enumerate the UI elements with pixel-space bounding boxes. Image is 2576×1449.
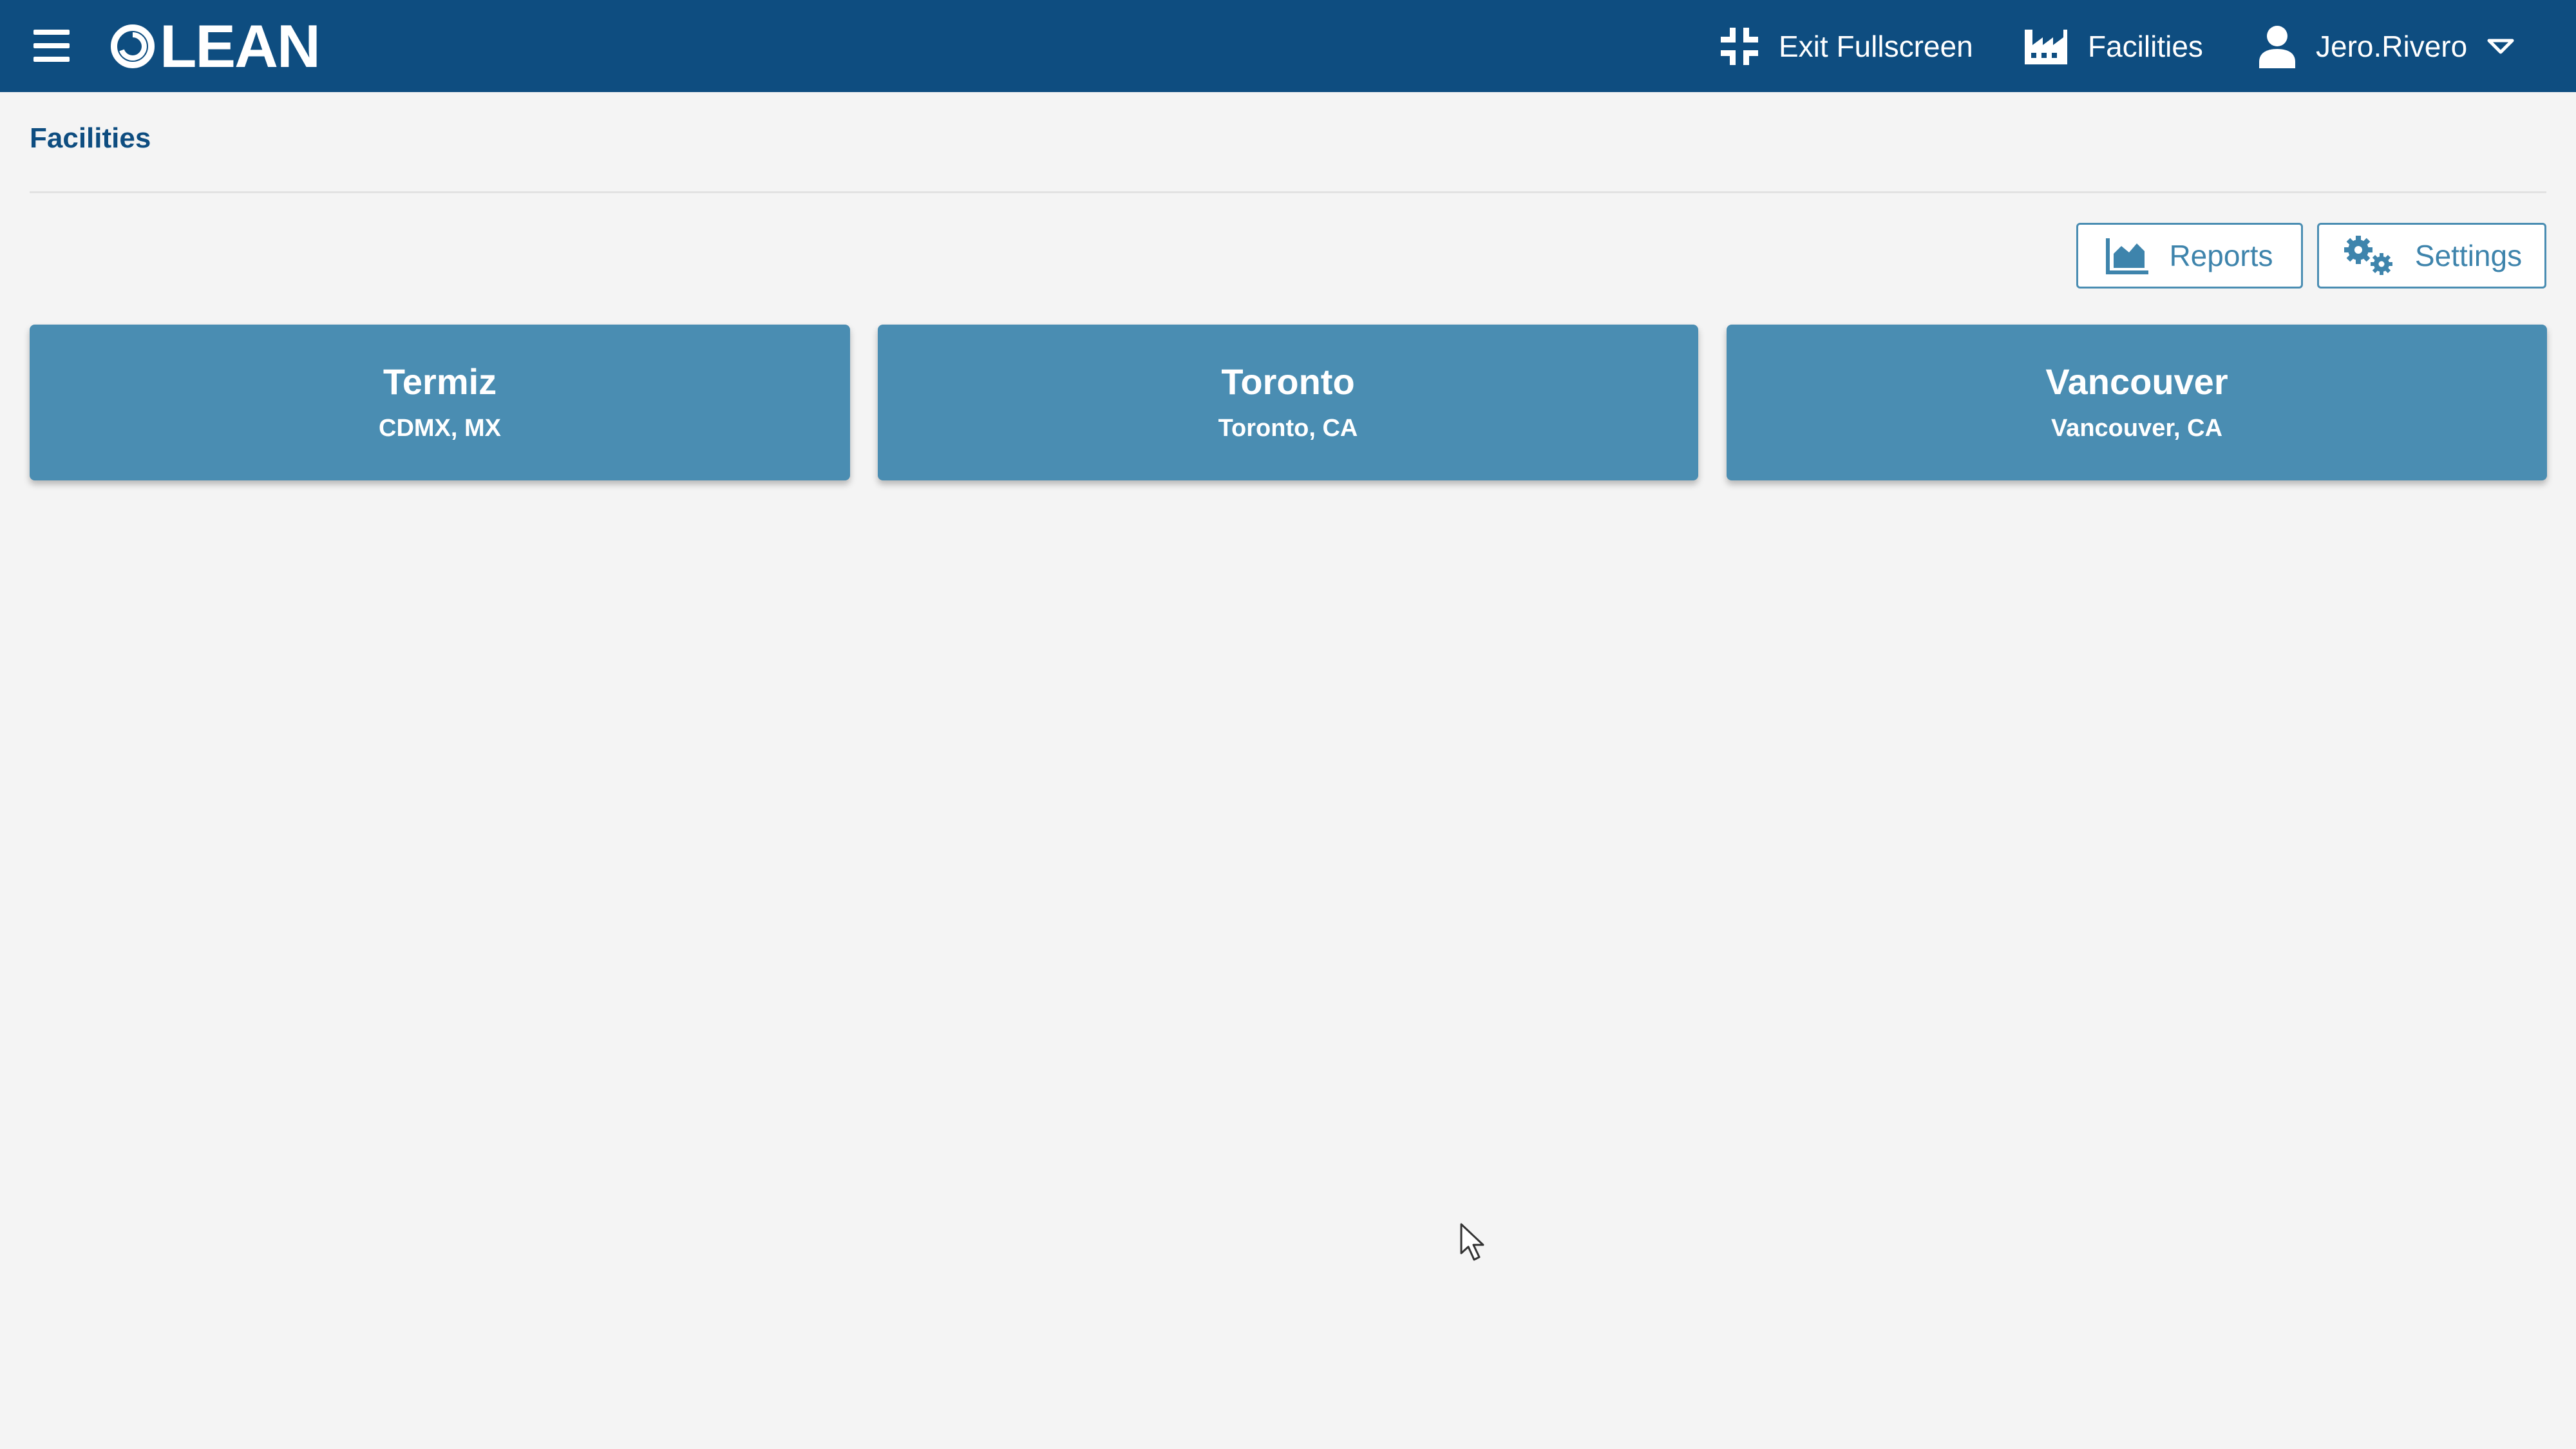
area-chart-icon <box>2106 238 2149 274</box>
facility-card-termiz[interactable]: Termiz CDMX, MX <box>30 325 850 480</box>
facility-card-toronto[interactable]: Toronto Toronto, CA <box>878 325 1698 480</box>
breadcrumb[interactable]: Facilities <box>30 122 151 155</box>
reports-label: Reports <box>2169 239 2273 272</box>
reports-button[interactable]: Reports <box>2076 223 2303 289</box>
facility-location: CDMX, MX <box>379 415 501 442</box>
facility-name: Termiz <box>383 361 497 402</box>
divider <box>30 191 2546 193</box>
facility-location: Toronto, CA <box>1218 415 1358 442</box>
user-name: Jero.Rivero <box>2316 30 2468 63</box>
facility-name: Toronto <box>1221 361 1355 402</box>
factory-icon <box>2025 30 2067 64</box>
user-icon <box>2259 26 2295 68</box>
user-menu[interactable]: Jero.Rivero <box>2258 19 2515 73</box>
settings-button[interactable]: Settings <box>2317 223 2546 289</box>
compress-icon <box>1721 28 1758 65</box>
chevron-down-icon <box>2487 39 2514 54</box>
facility-location: Vancouver, CA <box>2050 415 2223 442</box>
exit-fullscreen-button[interactable]: Exit Fullscreen <box>1719 19 1973 73</box>
facility-name: Vancouver <box>2045 361 2228 402</box>
gears-icon <box>2344 236 2392 275</box>
facilities-nav-label: Facilities <box>2088 30 2203 63</box>
settings-label: Settings <box>2414 239 2523 272</box>
app-logo[interactable]: LEAN <box>109 12 321 80</box>
logo-ring-icon <box>111 24 155 68</box>
logo-text: LEAN <box>160 12 321 80</box>
facility-card-vancouver[interactable]: Vancouver Vancouver, CA <box>1727 325 2547 480</box>
hamburger-menu-icon[interactable] <box>33 30 70 62</box>
mouse-cursor-icon <box>1460 1223 1484 1261</box>
exit-fullscreen-label: Exit Fullscreen <box>1779 30 1973 63</box>
top-bar: LEAN Exit Fullscreen Facilities Jero.Riv… <box>0 0 2576 92</box>
facilities-nav-button[interactable]: Facilities <box>2023 19 2203 73</box>
